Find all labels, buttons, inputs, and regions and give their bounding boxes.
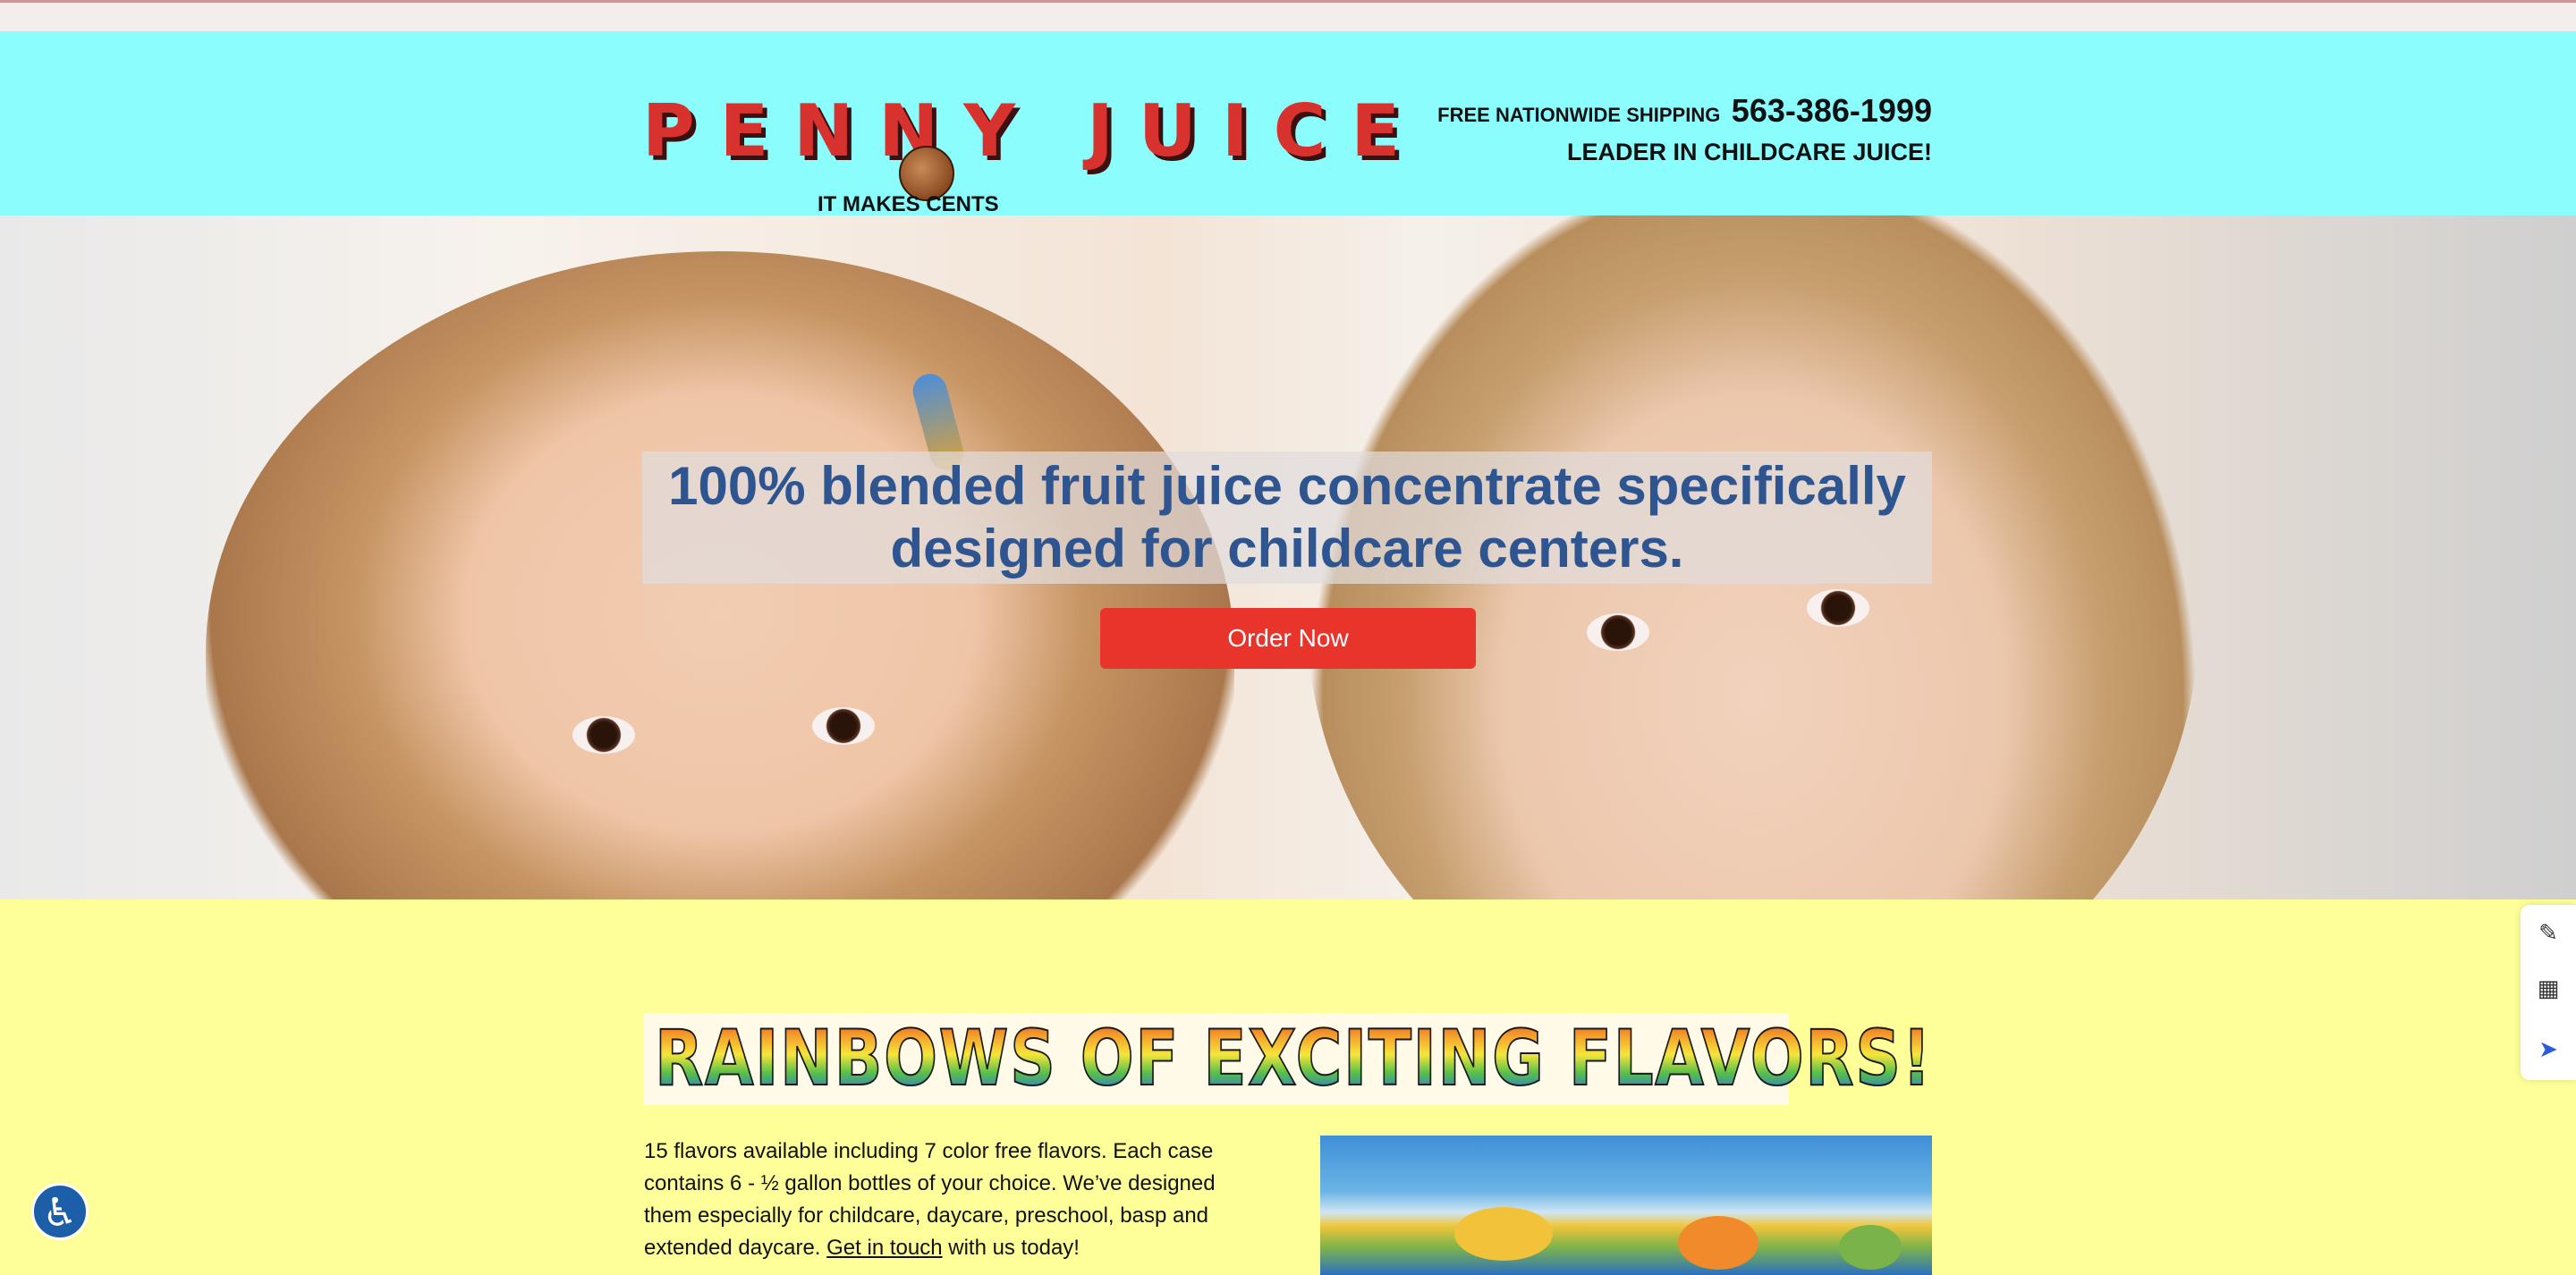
header-slogan: LEADER IN CHILDCARE JUICE! bbox=[1566, 139, 1932, 165]
shipping-info: FREE NATIONWIDE SHIPPING 563-386-1999 bbox=[1437, 92, 1932, 130]
shipping-label: FREE NATIONWIDE SHIPPING bbox=[1437, 104, 1721, 126]
accessibility-icon[interactable]: ♿ bbox=[31, 1183, 89, 1240]
logo-tagline: IT MAKES CENTS bbox=[818, 192, 999, 216]
flavors-banner-text: RAINBOWS OF EXCITING FLAVORS! bbox=[654, 1013, 1933, 1104]
flavors-description-tail: with us today! bbox=[942, 1236, 1080, 1260]
hero-title: 100% blended fruit juice concentrate spe… bbox=[668, 456, 1906, 578]
flavors-description: 15 flavors available including 7 color f… bbox=[644, 1136, 1225, 1264]
hero-section: 100% blended fruit juice concentrate spe… bbox=[0, 215, 2576, 899]
decorative-eye bbox=[1807, 589, 1869, 627]
orange-shape bbox=[1678, 1216, 1758, 1270]
side-toolbar: ✎ ▦ ➤ bbox=[2521, 905, 2576, 1080]
rocket-icon[interactable]: ➤ bbox=[2535, 1035, 2562, 1062]
edit-icon[interactable]: ✎ bbox=[2535, 919, 2562, 946]
fruit-splash-image bbox=[1320, 1136, 1932, 1275]
calendar-icon[interactable]: ▦ bbox=[2535, 975, 2562, 1001]
banana-shape bbox=[1454, 1207, 1553, 1261]
order-now-button[interactable]: Order Now bbox=[1100, 608, 1476, 669]
flavors-banner: RAINBOWS OF EXCITING FLAVORS! bbox=[644, 1013, 1932, 1105]
decorative-eye bbox=[812, 707, 875, 745]
decorative-eye bbox=[1587, 613, 1649, 651]
logo-wordmark: PENNY JUICE bbox=[642, 89, 1425, 173]
decorative-eye bbox=[572, 716, 635, 754]
get-in-touch-link[interactable]: Get in touch bbox=[826, 1236, 942, 1260]
site-header: PENNY JUICE IT MAKES CENTS FREE NATIONWID… bbox=[0, 31, 2576, 216]
phone-link[interactable]: 563-386-1999 bbox=[1732, 92, 1932, 129]
browser-top-strip bbox=[0, 0, 2576, 31]
site-logo[interactable]: PENNY JUICE bbox=[642, 87, 1400, 201]
kiwi-shape bbox=[1839, 1225, 1902, 1270]
